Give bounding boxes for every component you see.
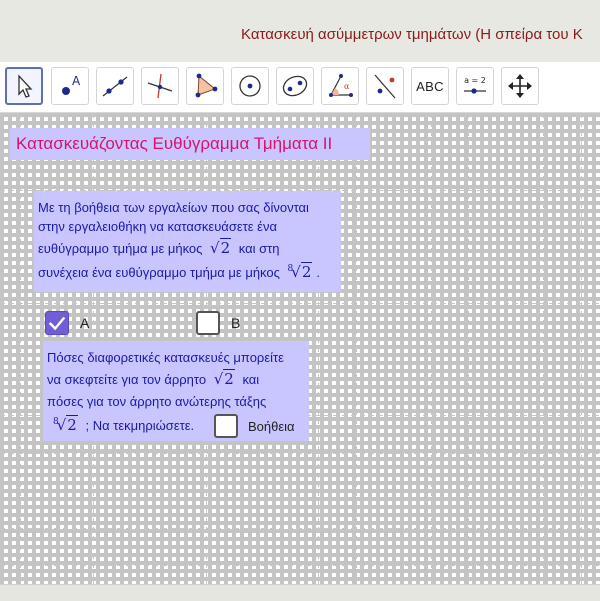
checkbox-a-label: A — [80, 315, 90, 331]
question-sqrt-2-expression: √2 — [213, 369, 235, 388]
point-tool-button[interactable]: A — [51, 67, 89, 105]
ellipse-icon — [282, 75, 308, 97]
angle-tool-label: α — [344, 82, 350, 91]
line-tool-button[interactable] — [96, 67, 134, 105]
sqrt-2-radicand: 2 — [219, 238, 232, 257]
text-tool-label: ABC — [416, 78, 444, 94]
question-line-2-pre: να σκεφτείτε για τον άρρητο — [47, 372, 207, 387]
move-arrows-icon — [508, 74, 532, 98]
sqrt-2-expression: √2 — [210, 238, 232, 257]
reflect-line-icon — [374, 74, 396, 99]
instructions-line-4-post: . — [316, 265, 320, 280]
polygon-icon — [195, 73, 218, 98]
conic-tool-button[interactable] — [276, 67, 314, 105]
eighth-root-2-expression: 8√2 — [287, 262, 313, 281]
instructions-textbox: Με τη βοήθεια των εργαλείων που σας δίνο… — [34, 191, 341, 292]
question-line-2-post: και — [242, 372, 260, 387]
perpendicular-line-tool-button[interactable] — [141, 67, 179, 105]
move-graphics-view-tool-button[interactable] — [501, 67, 539, 105]
circle-tool-button[interactable] — [231, 67, 269, 105]
instructions-line-3: ευθύγραμμο τμήμα με μήκος √2 και στη — [38, 236, 337, 261]
cursor-arrow-icon — [18, 74, 33, 98]
perpendicular-line-icon — [147, 73, 173, 99]
window-title: Κατασκευή ασύμμετρων τμημάτων (Η σπείρα … — [241, 26, 583, 43]
instructions-line-3-pre: ευθύγραμμο τμήμα με μήκος — [38, 241, 203, 256]
text-tool-button[interactable]: ABC — [411, 67, 449, 105]
heading-text: Κατασκευάζοντας Ευθύγραμμα Τμήματα ΙΙ — [16, 134, 333, 153]
question-root-index: 8 — [53, 417, 59, 427]
question-line-4-post: ; Να τεκμηριώσετε. — [85, 418, 195, 433]
root-index: 8 — [287, 264, 294, 274]
point-icon: A — [62, 74, 81, 95]
point-tool-label: A — [72, 74, 81, 88]
line-icon — [102, 76, 128, 97]
circle-icon — [239, 75, 261, 97]
question-eighth-root-2-expression: 8√2 — [53, 415, 78, 434]
angle-tool-button[interactable]: α — [321, 67, 359, 105]
checkbox-help[interactable] — [214, 414, 238, 438]
checkbox-b-label: B — [231, 315, 241, 331]
angle-icon: α — [329, 74, 353, 97]
slider-icon: a = 2 — [464, 76, 486, 94]
polygon-tool-button[interactable] — [186, 67, 224, 105]
toolbar: A α ABC a = 2 — [0, 62, 600, 113]
question-sqrt-2-radicand: 2 — [223, 369, 235, 388]
question-eighth-root-radicand: 2 — [66, 415, 78, 434]
checkbox-a[interactable] — [45, 311, 69, 335]
footer-bar — [0, 584, 600, 601]
instructions-line-4-pre: συνέχεια ένα ευθύγραμμο τμήμα με μήκος — [38, 265, 280, 280]
instructions-line-4: συνέχεια ένα ευθύγραμμο τμήμα με μήκος 8… — [38, 260, 337, 288]
page-heading: Κατασκευάζοντας Ευθύγραμμα Τμήματα ΙΙ — [10, 128, 370, 160]
eighth-root-radicand: 2 — [300, 262, 313, 281]
slider-tool-label: a = 2 — [464, 76, 486, 85]
title-bar: Κατασκευή ασύμμετρων τμημάτων (Η σπείρα … — [0, 0, 600, 63]
instructions-line-3-post: και στη — [238, 241, 280, 256]
reflect-tool-button[interactable] — [366, 67, 404, 105]
slider-tool-button[interactable]: a = 2 — [456, 67, 494, 105]
question-line-3: πόσες για τον άρρητο ανώτερης τάξης — [47, 394, 267, 409]
move-tool-button[interactable] — [5, 67, 43, 105]
checkbox-b[interactable] — [196, 311, 220, 335]
checkmark-icon — [48, 316, 66, 331]
checkbox-help-label: Βοήθεια — [248, 419, 295, 434]
